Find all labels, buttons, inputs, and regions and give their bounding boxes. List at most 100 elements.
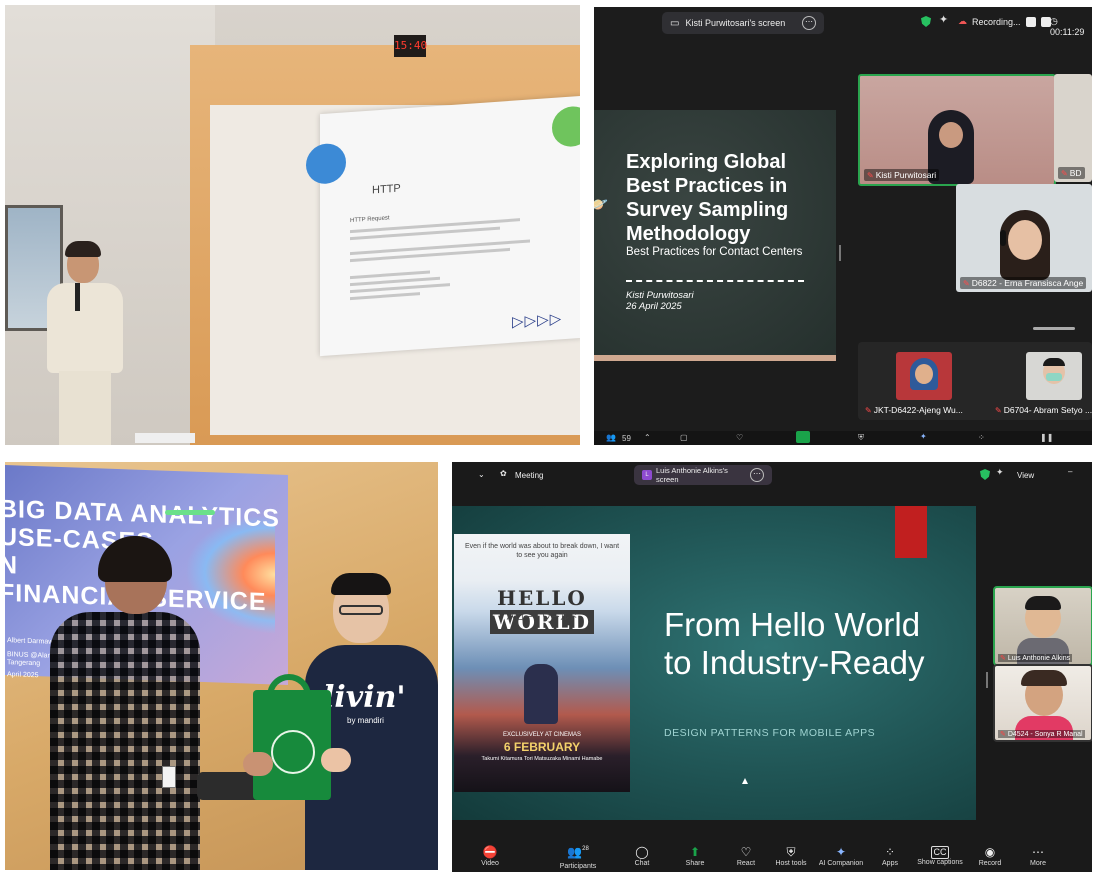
- ai-sparkle-icon[interactable]: ✦: [996, 467, 1004, 478]
- slide-title: From Hello World to Industry-Ready: [664, 606, 925, 681]
- presenter: [45, 241, 125, 445]
- mic-muted-icon: ✎: [995, 406, 1002, 415]
- toolbar-more[interactable]: ⋯ More: [1008, 844, 1068, 867]
- view-button[interactable]: View: [1017, 471, 1034, 480]
- zoom-session-screenshot: ▭ Kisti Purwitosari's screen ⋯ ✦ ☁ Recor…: [594, 7, 1092, 445]
- projected-slide: HTTP HTTP Request ▷▷▷▷: [306, 95, 580, 357]
- screen-share-indicator[interactable]: ▭ Kisti Purwitosari's screen ⋯: [662, 12, 824, 34]
- glasses-icon: [339, 605, 383, 615]
- mic-muted-icon: ✎: [1000, 655, 1006, 662]
- screen-share-indicator[interactable]: L Luis Anthonie Alkins's screen ⋯: [634, 465, 772, 485]
- participants-icon: 👥28: [567, 845, 589, 859]
- shield-icon[interactable]: ⛨: [858, 433, 864, 443]
- shared-slide: Exploring Global Best Practices in Surve…: [594, 110, 836, 361]
- poster-tagline: Even if the world was about to break dow…: [464, 543, 620, 559]
- pause-icon[interactable]: [1025, 16, 1036, 27]
- avatar: L: [642, 470, 652, 480]
- cloud-icon: ☁: [958, 16, 967, 26]
- mic-muted-icon: ✎: [865, 406, 872, 415]
- gallery-strip: ✎ JKT-D6422-Ajeng Wu... ✎ D6704- Abram Set…: [858, 342, 1092, 420]
- video-tile[interactable]: ✎ Luis Anthonie Alkins: [993, 586, 1092, 666]
- recording-label: Recording...: [972, 16, 1021, 27]
- more-options-icon[interactable]: ⋯: [750, 468, 764, 482]
- id-badge: [162, 766, 176, 788]
- video-off-icon: ⛔: [482, 845, 498, 859]
- slide-org-location: Tangerang: [7, 659, 41, 668]
- zoom-top-bar: ▭ Kisti Purwitosari's screen ⋯ ✦ ☁ Recor…: [594, 7, 1092, 37]
- toolbar-chat[interactable]: ◯ Chat: [612, 844, 672, 867]
- mic-muted-icon: ✎: [963, 279, 970, 288]
- arrow-icon: ▷▷▷▷: [512, 310, 563, 331]
- participant-label: ✎ D6822 - Erna Fransisca Ange: [960, 277, 1087, 289]
- participant-label: ✎ Kisti Purwitosari: [864, 169, 940, 181]
- poster-exclusive: EXCLUSIVELY AT CINEMAS: [503, 732, 581, 738]
- clock-icon: ◷: [1050, 16, 1058, 26]
- splitter-handle[interactable]: [986, 672, 988, 688]
- power-sockets: [135, 433, 195, 443]
- participant-photo[interactable]: [1026, 352, 1082, 400]
- security-shield-icon[interactable]: [921, 16, 931, 27]
- chat-icon[interactable]: ▢: [680, 433, 688, 442]
- poster-characters: [524, 664, 558, 724]
- screen-share-icon: ▭: [670, 17, 680, 29]
- divider: [626, 280, 804, 282]
- participant-label: ✎ D6704- Abram Setyo ...: [995, 405, 1092, 415]
- chevron-down-icon[interactable]: ⌄: [478, 470, 485, 479]
- shirt-logo-sub: by mandiri: [347, 716, 384, 725]
- video-tile[interactable]: ✎ Kisti Purwitosari: [858, 74, 1056, 186]
- microphone-icon: [75, 283, 80, 311]
- zoom-meeting-screenshot: ⌄ ✿ Meeting L Luis Anthonie Alkins's scr…: [452, 462, 1092, 872]
- ai-sparkle-icon[interactable]: ✦: [939, 13, 948, 26]
- headset-icon: [1000, 230, 1006, 246]
- hand: [243, 752, 273, 776]
- slide-date: 26 April 2025: [626, 301, 682, 312]
- mic-muted-icon: ✎: [1000, 731, 1006, 738]
- poster-title-hello: HELLO: [497, 586, 587, 610]
- slide-title: HTTP: [372, 182, 401, 197]
- green-gift-bag: [253, 690, 331, 800]
- status-light: [165, 510, 215, 515]
- wall-clock: 15:40: [394, 35, 427, 57]
- slide-title-line: N: [5, 550, 19, 580]
- video-tile[interactable]: ✎ BD: [1054, 74, 1092, 182]
- poster-cast: Takumi Kitamura Tori Matsuzaka Minami Ha…: [481, 756, 603, 762]
- minimize-icon[interactable]: –: [1068, 467, 1072, 476]
- zoom-toolbar: ⛔ Video 👥28 Participants ◯ Chat ⬆ Share ♡ Rea…: [452, 840, 1092, 872]
- splitter-handle[interactable]: [839, 245, 841, 261]
- video-tile[interactable]: ✎ D6822 - Erna Fransisca Ange: [956, 184, 1092, 292]
- cursor-icon: [742, 778, 748, 784]
- more-options-icon[interactable]: ⋯: [802, 16, 816, 30]
- participant-count: 28: [582, 846, 589, 852]
- zoom-top-bar: ⌄ ✿ Meeting L Luis Anthonie Alkins's scr…: [452, 462, 1092, 488]
- meeting-timer: ◷ 00:11:29: [1050, 16, 1092, 37]
- security-shield-icon[interactable]: [980, 469, 990, 480]
- planet-icon: 🪐: [594, 197, 608, 214]
- toolbar-participants[interactable]: 👥28 Participants: [548, 844, 608, 870]
- participant-face: [1008, 220, 1042, 260]
- slide-author-block: Kisti Purwitosari 26 April 2025: [626, 290, 694, 312]
- participant-count: 59: [622, 434, 631, 443]
- slide-subtitle: DESIGN PATTERNS FOR MOBILE APPS: [664, 727, 876, 739]
- participant-face: [939, 122, 963, 148]
- chevron-up-icon[interactable]: ⌃: [644, 433, 651, 442]
- apps-icon[interactable]: ⁘: [978, 433, 985, 442]
- slide-title: Exploring Global Best Practices in Surve…: [626, 151, 789, 245]
- sparkle-icon[interactable]: ✦: [920, 432, 927, 441]
- participant-photo[interactable]: [896, 352, 952, 400]
- slide-text-line: [350, 292, 420, 301]
- recording-indicator[interactable]: ☁ Recording...: [958, 16, 1051, 27]
- heart-icon[interactable]: ♡: [736, 433, 743, 442]
- pause-icon[interactable]: ❚❚: [1040, 433, 1053, 442]
- toolbar-video[interactable]: ⛔ Video: [460, 844, 520, 867]
- gallery-scroll-indicator[interactable]: [1033, 327, 1075, 330]
- slide-author: Kisti Purwitosari: [626, 290, 694, 301]
- mic-muted-icon: ✎: [867, 171, 874, 180]
- shared-slide: From Hello World to Industry-Ready DESIG…: [452, 506, 976, 862]
- mic-muted-icon: ✎: [1061, 169, 1068, 178]
- video-tile[interactable]: ✎ D4524 - Sonya R Manal: [993, 664, 1092, 742]
- photo-classroom-presentation: 15:40 HTTP HTTP Request ▷▷▷▷: [5, 5, 580, 445]
- participants-icon[interactable]: 👥: [606, 433, 616, 442]
- share-icon[interactable]: [796, 431, 810, 443]
- decor-circle-blue: [306, 142, 346, 186]
- shirt-logo: livin': [323, 680, 406, 715]
